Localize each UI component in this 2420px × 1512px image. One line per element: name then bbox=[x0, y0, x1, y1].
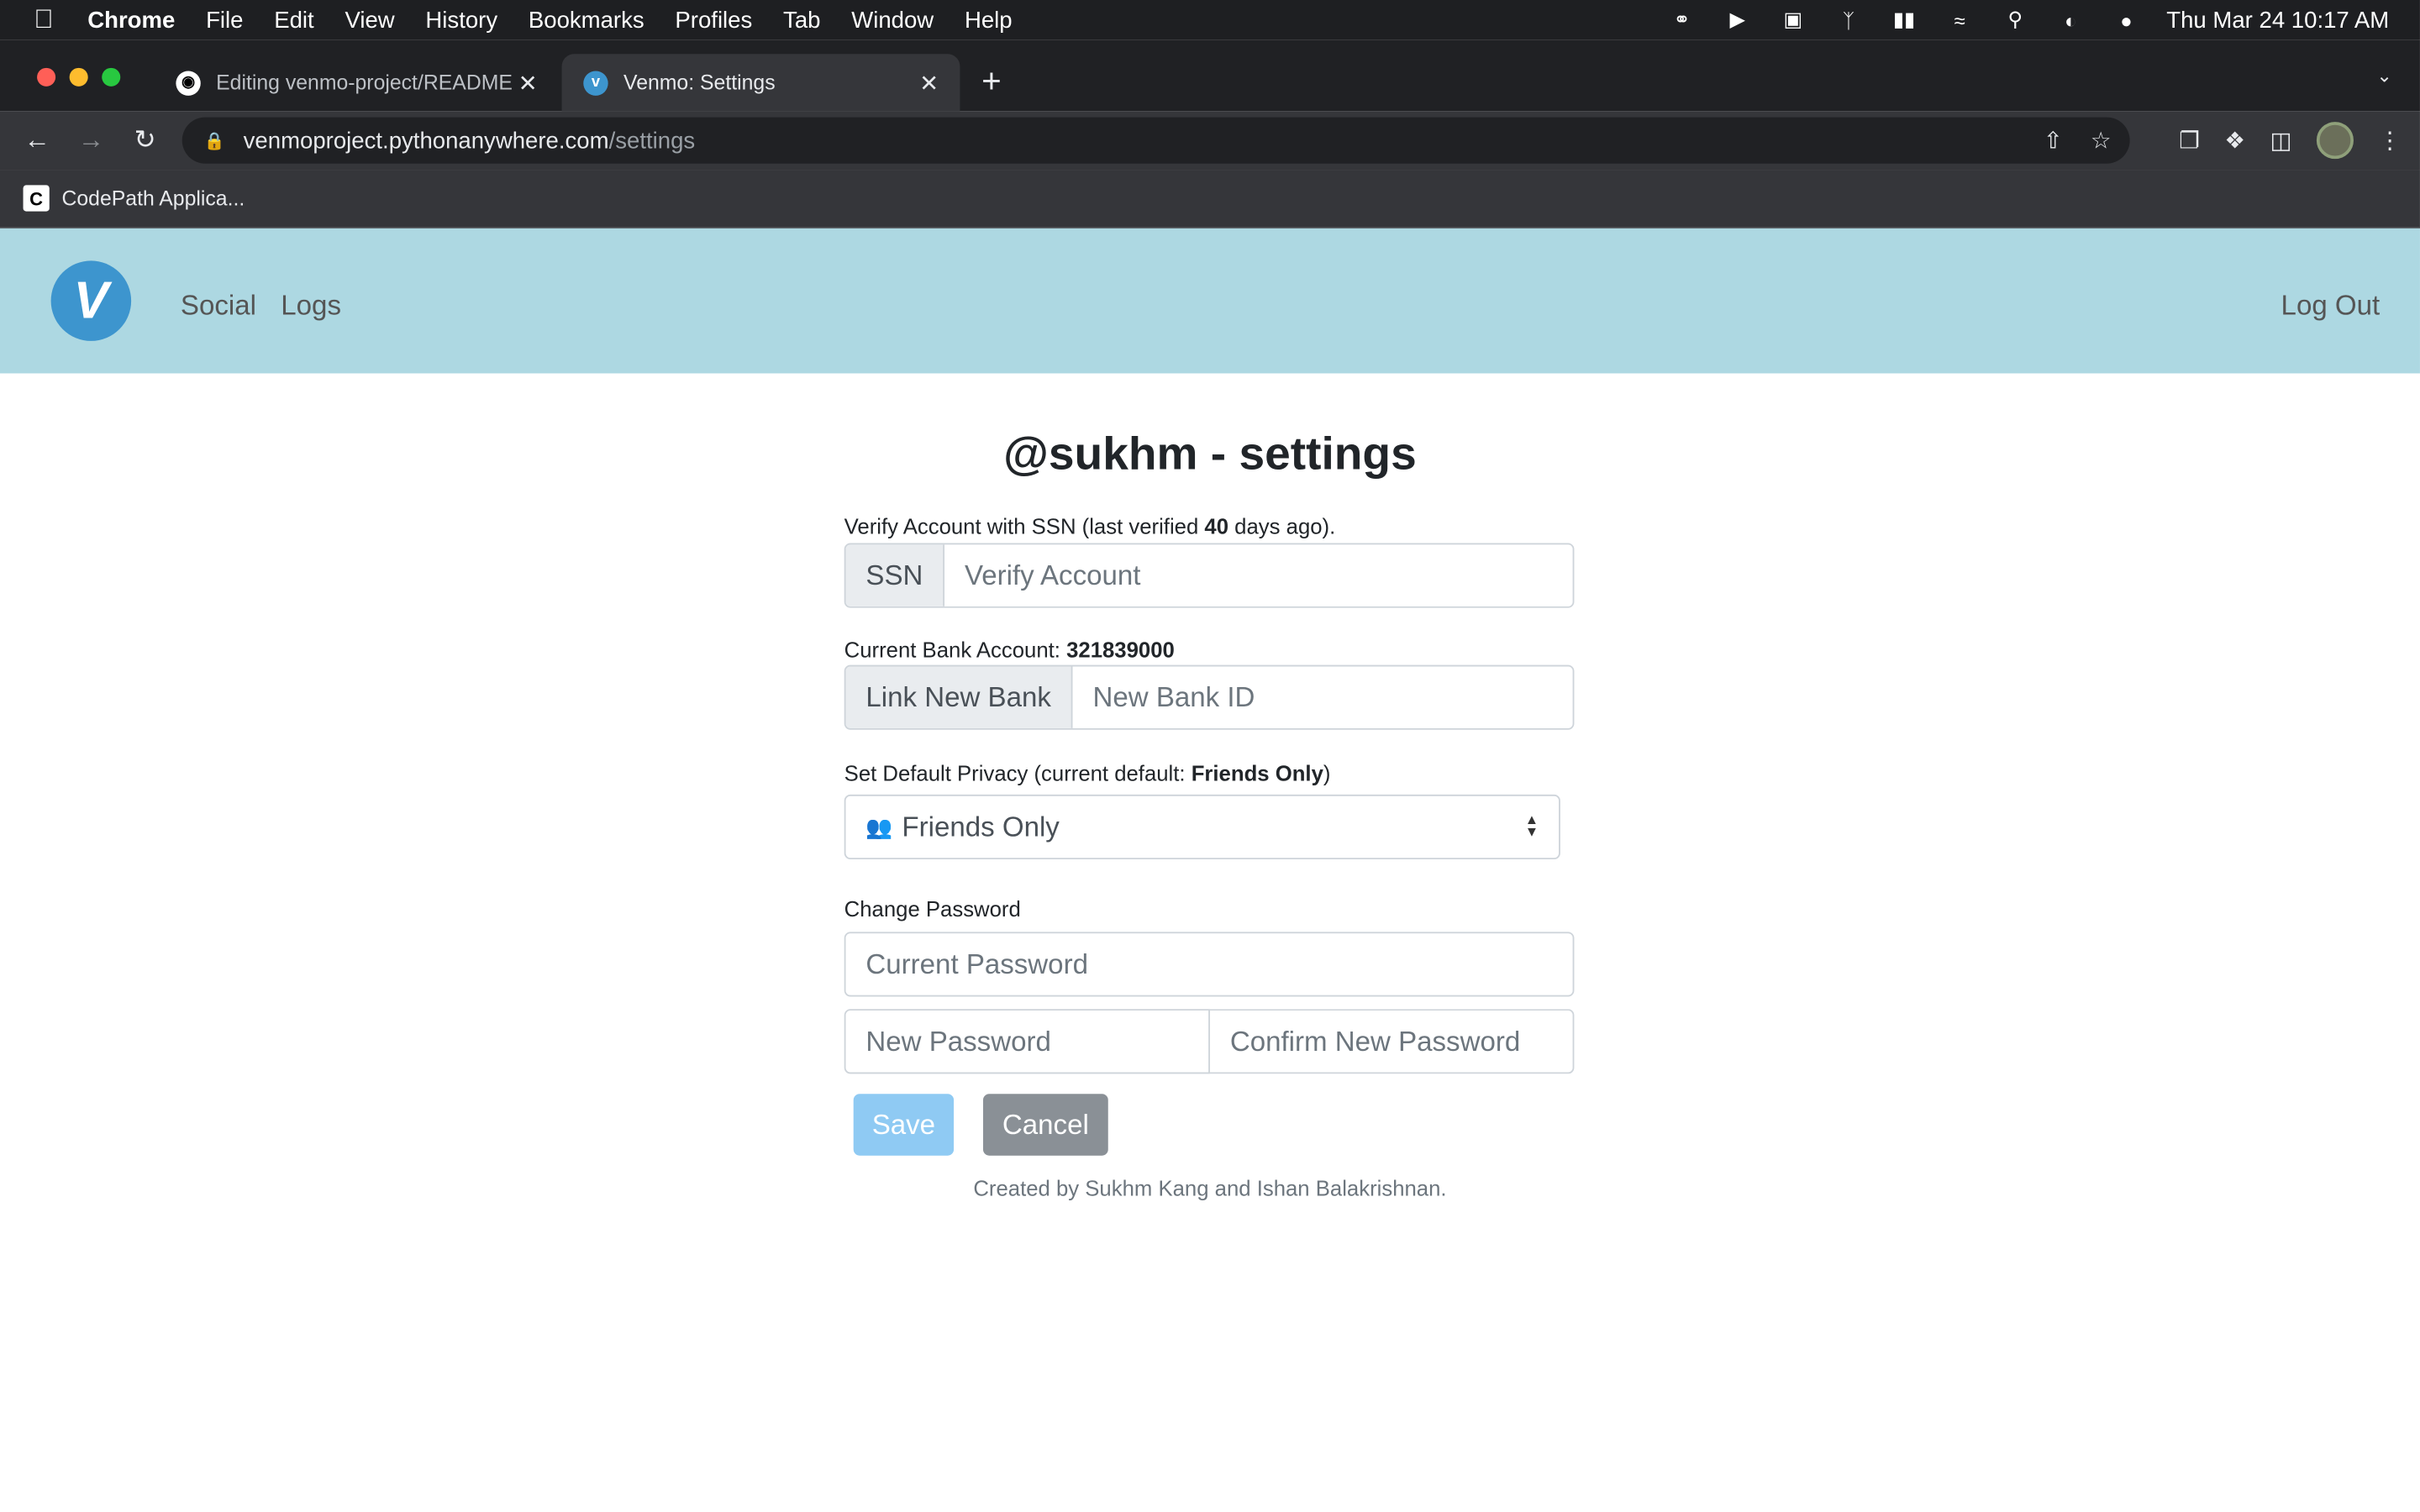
new-password-input[interactable]: New Password bbox=[844, 1009, 1210, 1074]
menu-window[interactable]: Window bbox=[851, 7, 934, 33]
confirm-password-input[interactable]: Confirm New Password bbox=[1209, 1009, 1575, 1074]
battery-icon[interactable]: ▮▮ bbox=[1889, 8, 1920, 31]
tab-title: Venmo: Settings bbox=[623, 71, 776, 95]
os-menubar:  Chrome File Edit View History Bookmark… bbox=[0, 0, 2420, 40]
bookmarks-bar: C CodePath Applica... bbox=[0, 170, 2420, 228]
save-button[interactable]: Save bbox=[853, 1094, 955, 1156]
menu-file[interactable]: File bbox=[206, 7, 243, 33]
close-window-icon[interactable] bbox=[37, 67, 56, 87]
site-navbar: V Social Logs Log Out bbox=[0, 228, 2420, 374]
extension-stack-icon[interactable]: ❐ bbox=[2179, 127, 2200, 154]
new-tab-icon[interactable]: + bbox=[981, 61, 1002, 102]
venmo-logo[interactable]: V bbox=[50, 260, 132, 341]
cancel-button[interactable]: Cancel bbox=[982, 1094, 1108, 1156]
menu-tab[interactable]: Tab bbox=[783, 7, 820, 33]
window-controls bbox=[37, 67, 121, 87]
url-path: /settings bbox=[608, 127, 696, 154]
apple-icon[interactable]:  bbox=[34, 5, 53, 36]
reload-icon[interactable]: ↻ bbox=[127, 125, 164, 156]
nav-social[interactable]: Social bbox=[181, 290, 256, 323]
puzzle-icon[interactable]: ❖ bbox=[2224, 127, 2245, 154]
current-password-group: Current Password bbox=[844, 932, 1575, 997]
current-password-input[interactable]: Current Password bbox=[845, 933, 1573, 995]
privacy-label: Set Default Privacy (current default: Fr… bbox=[844, 760, 1331, 785]
codepath-icon: C bbox=[23, 185, 50, 212]
menu-app-name[interactable]: Chrome bbox=[87, 7, 175, 33]
link-new-bank-addon[interactable]: Link New Bank bbox=[845, 666, 1073, 728]
spotlight-icon[interactable]: ⚲ bbox=[2000, 8, 2031, 31]
menu-bookmarks[interactable]: Bookmarks bbox=[529, 7, 644, 33]
share-icon[interactable]: ⇧ bbox=[2044, 127, 2063, 154]
back-icon[interactable]: ← bbox=[18, 125, 55, 156]
footer-credits: Created by Sukhm Kang and Ishan Balakris… bbox=[973, 1175, 1447, 1200]
close-icon[interactable]: ✕ bbox=[515, 69, 539, 97]
nav-logs[interactable]: Logs bbox=[281, 290, 341, 323]
url-host: venmoproject.pythonanywhere.com bbox=[243, 127, 609, 154]
bank-input-group: Link New Bank New Bank ID bbox=[844, 664, 1575, 730]
forward-icon[interactable]: → bbox=[72, 125, 109, 156]
star-icon[interactable]: ☆ bbox=[2091, 127, 2112, 154]
zoom-window-icon[interactable] bbox=[102, 67, 121, 87]
close-icon[interactable]: ✕ bbox=[917, 69, 941, 97]
privacy-select[interactable]: 👥 Friends Only ▲ ▼ bbox=[844, 794, 1560, 860]
new-password-group: New Password Confirm New Password bbox=[844, 1009, 1575, 1074]
lock-icon[interactable]: 🔒 bbox=[203, 130, 224, 150]
creative-cloud-icon[interactable]: ⚭ bbox=[1666, 8, 1697, 31]
minimize-window-icon[interactable] bbox=[69, 67, 88, 87]
control-center-icon[interactable]: ◐ bbox=[2055, 8, 2086, 32]
side-panel-icon[interactable]: ◫ bbox=[2270, 127, 2291, 154]
menu-history[interactable]: History bbox=[425, 7, 497, 33]
new-bank-id-input[interactable]: New Bank ID bbox=[1072, 666, 1573, 728]
bank-label: Current Bank Account: 321839000 bbox=[844, 637, 1175, 662]
menu-view[interactable]: View bbox=[345, 7, 394, 33]
friends-icon: 👥 bbox=[865, 813, 893, 839]
display-icon[interactable]: ▣ bbox=[1777, 8, 1808, 31]
select-caret-icon: ▲ ▼ bbox=[1524, 811, 1539, 840]
github-icon: ◉ bbox=[176, 70, 201, 95]
address-bar[interactable]: 🔒 venmoproject.pythonanywhere.com/settin… bbox=[182, 117, 2130, 164]
avatar[interactable] bbox=[2316, 122, 2354, 160]
bookmark-codepath[interactable]: CodePath Applica... bbox=[61, 186, 245, 210]
bluetooth-icon[interactable]: ᛉ bbox=[1833, 8, 1865, 32]
menu-edit[interactable]: Edit bbox=[274, 7, 313, 33]
clock[interactable]: Thu Mar 24 10:17 AM bbox=[2166, 7, 2389, 33]
menu-help[interactable]: Help bbox=[965, 7, 1013, 33]
browser-toolbar: ← → ↻ 🔒 venmoproject.pythonanywhere.com /… bbox=[0, 111, 2420, 171]
menu-profiles[interactable]: Profiles bbox=[675, 7, 752, 33]
tab-title: Editing venmo-project/README bbox=[216, 71, 513, 95]
page-title: @sukhm - settings bbox=[1003, 428, 1417, 480]
chevron-down-icon[interactable]: ⌄ bbox=[2376, 65, 2391, 87]
ssn-input[interactable]: Verify Account bbox=[944, 544, 1573, 606]
status-icons: ⚭ ▶ ▣ ᛉ ▮▮ ≈ ⚲ ◐ ● Thu Mar 24 10:17 AM bbox=[1666, 7, 2420, 33]
logout-link[interactable]: Log Out bbox=[2281, 290, 2381, 323]
more-icon[interactable]: ⋮ bbox=[2378, 127, 2402, 154]
toolbar-actions: ❐ ❖ ◫ ⋮ bbox=[2179, 122, 2402, 160]
ssn-label: Verify Account with SSN (last verified 4… bbox=[844, 513, 1336, 539]
privacy-selected-value: Friends Only bbox=[902, 811, 1060, 842]
ssn-input-group: SSN Verify Account bbox=[844, 543, 1575, 608]
password-label: Change Password bbox=[844, 896, 1021, 921]
siri-icon[interactable]: ● bbox=[2111, 8, 2142, 32]
wifi-icon[interactable]: ≈ bbox=[1944, 8, 1975, 32]
play-icon[interactable]: ▶ bbox=[1722, 8, 1753, 31]
ssn-addon: SSN bbox=[845, 544, 945, 606]
tab-editing-readme[interactable]: ◉ Editing venmo-project/README ✕ bbox=[155, 54, 559, 111]
venmo-icon: v bbox=[583, 70, 608, 95]
tab-venmo-settings[interactable]: v Venmo: Settings ✕ bbox=[561, 54, 960, 112]
tab-strip: ◉ Editing venmo-project/README ✕ v Venmo… bbox=[0, 39, 2420, 112]
